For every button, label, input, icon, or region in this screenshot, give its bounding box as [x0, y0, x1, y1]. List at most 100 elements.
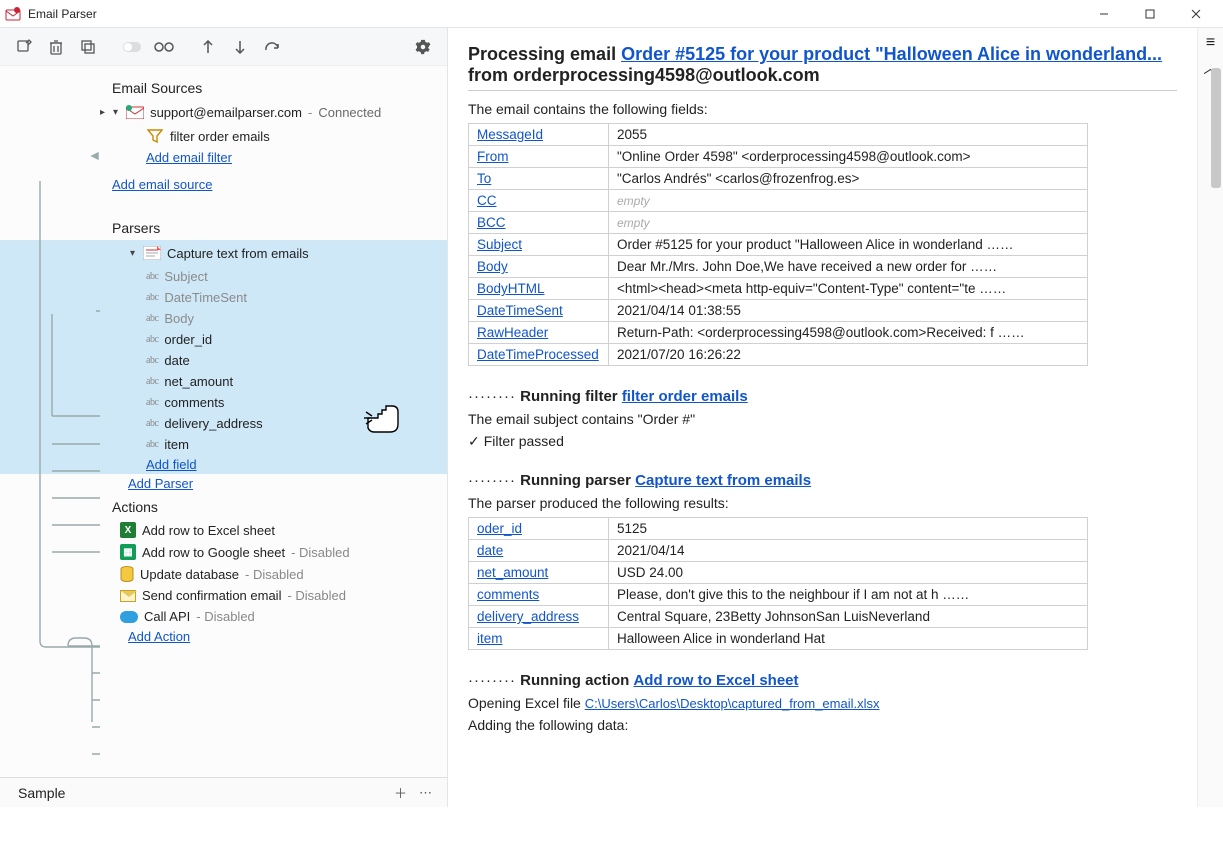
field-key-link[interactable]: BodyHTML — [477, 281, 545, 296]
bottom-bar: Sample ＋ ⋯ — [0, 777, 447, 807]
parser-item[interactable]: ▾ Capture text from emails — [0, 240, 447, 266]
filter-row[interactable]: filter order emails — [0, 124, 447, 148]
field-key-link[interactable]: To — [477, 171, 491, 186]
filter-cond: The email subject contains "Order #" — [468, 411, 1177, 427]
action-item[interactable]: XAdd row to Excel sheet — [0, 519, 447, 541]
add-filter-link[interactable]: Add email filter — [146, 150, 232, 165]
parser-intro: The parser produced the following result… — [468, 495, 1177, 511]
app-icon — [4, 5, 22, 23]
parser-link[interactable]: Capture text from emails — [635, 472, 811, 489]
add-action-link[interactable]: Add Action — [128, 629, 190, 644]
left-toolbar — [0, 28, 447, 66]
maximize-button[interactable] — [1127, 0, 1173, 28]
edit-button[interactable] — [10, 33, 38, 61]
text-icon: abc — [146, 292, 158, 303]
field-key-link[interactable]: item — [477, 631, 503, 646]
text-icon: abc — [146, 376, 158, 387]
field-key-link[interactable]: CC — [477, 193, 497, 208]
parser-block: ▾ Capture text from emails abcSubjectabc… — [0, 240, 447, 474]
table-row: SubjectOrder #5125 for your product "Hal… — [469, 234, 1088, 256]
minimize-button[interactable] — [1081, 0, 1127, 28]
tab-menu-button[interactable]: ⋯ — [413, 785, 439, 801]
toggle-button[interactable] — [118, 33, 146, 61]
delete-button[interactable] — [42, 33, 70, 61]
field-key-link[interactable]: DateTimeProcessed — [477, 347, 599, 362]
hand-cursor-icon — [362, 400, 410, 436]
copy-button[interactable] — [74, 33, 102, 61]
action-item[interactable]: Update database - Disabled — [0, 563, 447, 585]
redo-button[interactable] — [258, 33, 286, 61]
table-row: RawHeaderReturn-Path: <orderprocessing45… — [469, 322, 1088, 344]
fields-intro: The email contains the following fields: — [468, 101, 1177, 117]
action-item[interactable]: Send confirmation email - Disabled — [0, 585, 447, 606]
field-key-link[interactable]: BCC — [477, 215, 506, 230]
parser-field[interactable]: abcdate — [0, 350, 447, 371]
table-row: delivery_addressCentral Square, 23Betty … — [469, 606, 1088, 628]
field-key-link[interactable]: net_amount — [477, 565, 548, 580]
parser-field[interactable]: abcitem — [0, 434, 447, 455]
filter-label: filter order emails — [170, 129, 270, 144]
parser-icon — [143, 244, 161, 262]
menu-icon[interactable]: ≡ — [1206, 34, 1215, 52]
add-source-link[interactable]: Add email source — [112, 177, 212, 192]
field-key-link[interactable]: DateTimeSent — [477, 303, 563, 318]
text-icon: abc — [146, 355, 158, 366]
text-icon: abc — [146, 439, 158, 450]
action-item[interactable]: ▦Add row to Google sheet - Disabled — [0, 541, 447, 563]
parser-field[interactable]: abcDateTimeSent — [0, 287, 447, 308]
email-status: Connected — [318, 105, 381, 120]
table-row: To"Carlos Andrés" <carlos@frozenfrog.es> — [469, 168, 1088, 190]
cloud-icon — [120, 611, 138, 623]
text-icon: abc — [146, 313, 158, 324]
field-key-link[interactable]: Subject — [477, 237, 522, 252]
field-key-link[interactable]: delivery_address — [477, 609, 579, 624]
arrow-up-button[interactable] — [194, 33, 222, 61]
processing-heading: Processing email Order #5125 for your pr… — [468, 44, 1177, 86]
field-key-link[interactable]: oder_id — [477, 521, 522, 536]
parser-field[interactable]: abcorder_id — [0, 329, 447, 350]
open-file: Opening Excel file C:\Users\Carlos\Deskt… — [468, 695, 1177, 711]
action-item[interactable]: Call API - Disabled — [0, 606, 447, 627]
gsheet-icon: ▦ — [120, 544, 136, 560]
close-button[interactable] — [1173, 0, 1219, 28]
envelope-icon — [120, 590, 136, 602]
email-source[interactable]: ▸ ▾ support@emailparser.com - Connected — [0, 100, 447, 124]
sources-header: Email Sources — [0, 74, 447, 100]
field-key-link[interactable]: Body — [477, 259, 508, 274]
run-filter-header: ········ Running filter filter order ema… — [468, 388, 1177, 405]
table-row: oder_id5125 — [469, 518, 1088, 540]
excel-path-link[interactable]: C:\Users\Carlos\Desktop\captured_from_em… — [585, 696, 880, 711]
table-row: DateTimeProcessed2021/07/20 16:26:22 — [469, 344, 1088, 366]
parser-field[interactable]: abcSubject — [0, 266, 447, 287]
field-key-link[interactable]: RawHeader — [477, 325, 548, 340]
filter-link[interactable]: filter order emails — [622, 388, 748, 405]
field-key-link[interactable]: comments — [477, 587, 539, 602]
table-row: CCempty — [469, 190, 1088, 212]
actions-header: Actions — [0, 493, 447, 519]
parser-label: Capture text from emails — [167, 246, 309, 261]
log-content: Processing email Order #5125 for your pr… — [448, 28, 1197, 807]
link-icon[interactable] — [150, 33, 178, 61]
table-row: net_amountUSD 24.00 — [469, 562, 1088, 584]
left-panel: Email Sources ▸ ▾ support@emailparser.co… — [0, 28, 448, 807]
table-row: date2021/04/14 — [469, 540, 1088, 562]
text-icon: abc — [146, 418, 158, 429]
add-field-link[interactable]: Add field — [146, 457, 197, 472]
parser-table: oder_id5125date2021/04/14net_amountUSD 2… — [468, 517, 1088, 650]
table-row: From"Online Order 4598" <orderprocessing… — [469, 146, 1088, 168]
sample-tab[interactable]: Sample — [8, 781, 75, 805]
settings-button[interactable] — [409, 33, 437, 61]
parser-field[interactable]: abcnet_amount — [0, 371, 447, 392]
add-tab-button[interactable]: ＋ — [388, 783, 413, 802]
field-key-link[interactable]: MessageId — [477, 127, 543, 142]
field-key-link[interactable]: From — [477, 149, 509, 164]
parser-field[interactable]: abcBody — [0, 308, 447, 329]
action-link[interactable]: Add row to Excel sheet — [633, 672, 798, 689]
arrow-down-button[interactable] — [226, 33, 254, 61]
field-key-link[interactable]: date — [477, 543, 503, 558]
scrollbar-thumb[interactable] — [1211, 68, 1221, 188]
add-parser-link[interactable]: Add Parser — [128, 476, 193, 491]
email-subject-link[interactable]: Order #5125 for your product "Halloween … — [621, 44, 1162, 64]
caret-down-icon: ▾ — [130, 248, 135, 259]
caret-down-icon: ▾ — [113, 107, 118, 118]
